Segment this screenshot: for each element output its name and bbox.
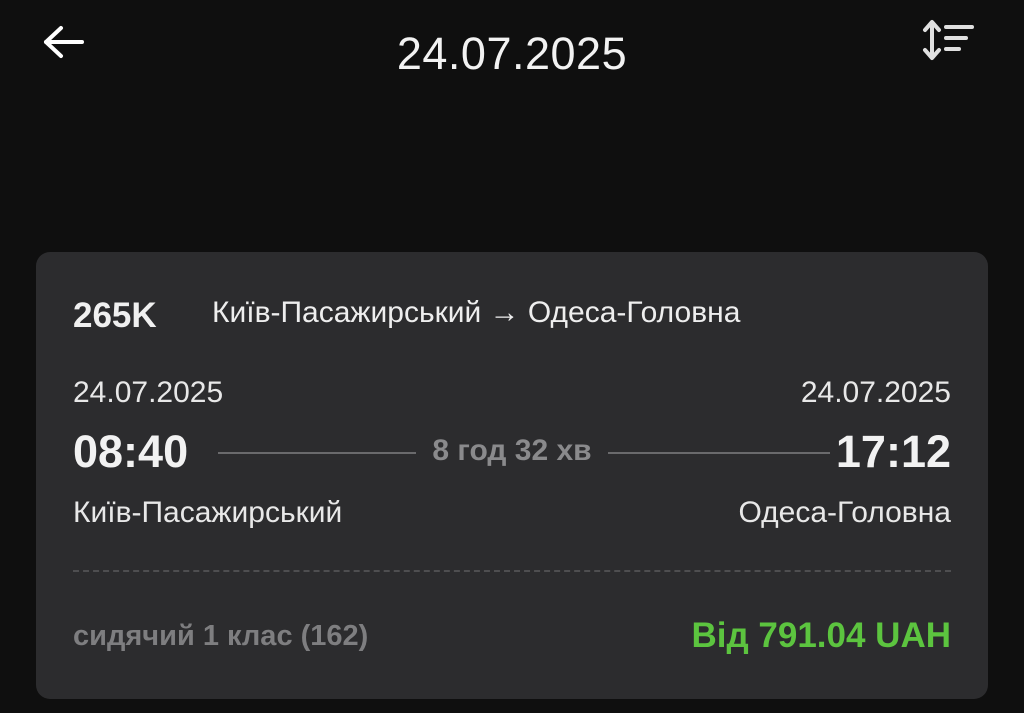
sort-button[interactable] [916, 12, 982, 68]
train-number: 265K [73, 296, 157, 335]
departure-station: Київ-Пасажирський [73, 496, 343, 529]
sort-icon [923, 20, 974, 60]
arrival-station: Одеса-Головна [738, 496, 951, 529]
train-route: Київ-Пасажирський → Одеса-Головна [212, 296, 741, 329]
price: Від 791.04 UAH [691, 616, 951, 655]
page-title: 24.07.2025 [396, 28, 628, 79]
seat-class: сидячий 1 клас (162) [73, 620, 369, 652]
duration-line-right [608, 452, 830, 454]
departure-time: 08:40 [73, 426, 189, 477]
dashed-divider [73, 570, 951, 572]
search-results-screen: 24.07.2025 265K Київ-Пасажирський → Одес… [0, 0, 1024, 713]
arrival-time: 17:12 [835, 426, 951, 477]
duration-line-left [218, 452, 416, 454]
trip-duration: 8 год 32 хв [432, 434, 592, 467]
arrival-date: 24.07.2025 [800, 376, 951, 409]
departure-date: 24.07.2025 [73, 376, 224, 409]
train-card[interactable]: 265K Київ-Пасажирський → Одеса-Головна 2… [36, 252, 988, 699]
